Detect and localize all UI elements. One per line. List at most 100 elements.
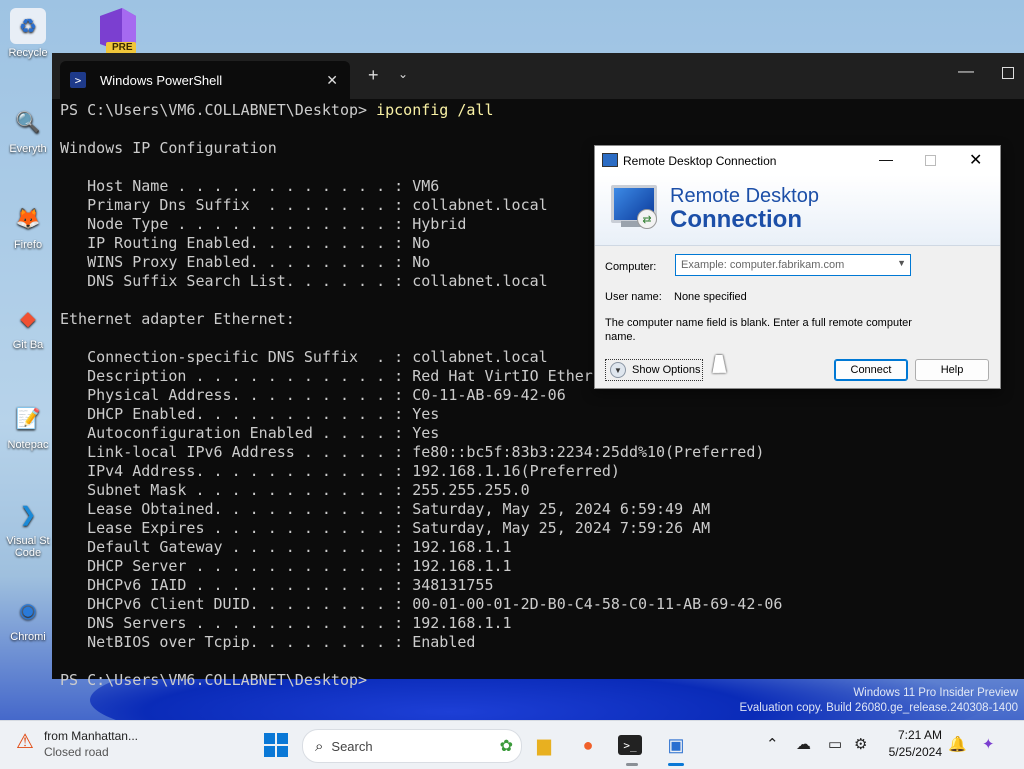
desktop-icon[interactable]: 📝 Notepac <box>2 400 54 452</box>
terminal-running-indicator <box>626 763 638 766</box>
username-label: User name: <box>605 291 662 303</box>
desktop-icon[interactable]: ◉ Chromi <box>2 592 54 644</box>
desktop-icon-label: Visual St Code <box>6 535 50 559</box>
tab-title: Windows PowerShell <box>100 72 223 88</box>
output-line: DHCP Enabled. . . . . . . . . . . : Yes <box>87 405 440 423</box>
notification-bell-icon[interactable]: 🔔 <box>948 735 967 753</box>
output-line: DHCP Server . . . . . . . . . . . : 192.… <box>87 557 512 575</box>
computer-label: Computer: <box>605 261 657 273</box>
output-line: Ethernet adapter Ethernet: <box>60 310 295 328</box>
rdc-window-icon <box>602 153 618 167</box>
rdc-active-indicator <box>668 763 684 766</box>
output-line: NetBIOS over Tcpip. . . . . . . . : Enab… <box>87 633 476 651</box>
banner-line-1: Remote Desktop <box>670 185 819 207</box>
rdc-close-button[interactable]: ✕ <box>969 150 982 170</box>
help-button[interactable]: Help <box>915 359 989 381</box>
desktop-icon[interactable]: ◆ Git Ba <box>2 300 54 352</box>
expand-options-icon: ▼ <box>610 362 626 378</box>
maximize-button[interactable] <box>1002 67 1014 79</box>
output-line: DHCPv6 IAID . . . . . . . . . . . : 3481… <box>87 576 494 594</box>
powershell-icon: > <box>70 72 86 88</box>
taskbar: ⚠ from Manhattan... Closed road ⌕ Search… <box>0 720 1024 769</box>
minimize-button[interactable]: — <box>958 63 974 81</box>
computer-input[interactable]: Example: computer.fabrikam.com ▼ <box>675 254 911 276</box>
connection-arrows-icon: ⇄ <box>637 209 657 229</box>
terminal-icon[interactable]: >_ <box>618 735 642 755</box>
search-label: Search <box>331 738 373 754</box>
desktop-app-icon: ◉ <box>19 599 37 622</box>
desktop-app-icon: 📝 <box>15 407 41 430</box>
final-prompt: PS C:\Users\VM6.COLLABNET\Desktop> <box>60 671 368 689</box>
desktop-icon[interactable]: ♻ Recycle <box>2 8 54 59</box>
desktop-icon-label: Recycle <box>8 47 48 59</box>
chevron-down-icon[interactable]: ▼ <box>897 258 906 268</box>
search-icon: ⌕ <box>315 737 324 755</box>
desktop-app-icon: 🦊 <box>15 207 41 230</box>
volume-icon[interactable]: ⚙ <box>854 735 867 753</box>
clock[interactable]: 7:21 AM 5/25/2024 <box>876 727 942 761</box>
output-line: IP Routing Enabled. . . . . . . . : No <box>87 234 431 252</box>
output-line: Link-local IPv6 Address . . . . . : fe80… <box>87 443 765 461</box>
rdc-titlebar[interactable]: Remote Desktop Connection — ✕ <box>595 146 1000 175</box>
network-icon[interactable]: ▭ <box>828 735 842 753</box>
close-tab-icon[interactable]: ✕ <box>326 72 338 89</box>
output-line: Physical Address. . . . . . . . . : C0-1… <box>87 386 566 404</box>
output-line: DNS Suffix Search List. . . . . . : coll… <box>87 272 548 290</box>
output-line: WINS Proxy Enabled. . . . . . . . : No <box>87 253 431 271</box>
show-options-button[interactable]: ▼ Show Options <box>605 359 703 381</box>
file-explorer-icon[interactable]: ▆ <box>530 731 558 759</box>
desktop-icon-label: Git Ba <box>12 339 44 351</box>
username-value: None specified <box>674 291 747 303</box>
rdc-maximize-button[interactable] <box>925 155 936 166</box>
desktop-app-icon: 🔍 <box>15 111 41 134</box>
output-line: DNS Servers . . . . . . . . . . . : 192.… <box>87 614 512 632</box>
command: ipconfig /all <box>376 101 494 119</box>
desktop-icon[interactable]: 🦊 Firefo <box>2 200 54 252</box>
pre-badge: PRE <box>112 42 133 53</box>
weather-line-1: from Manhattan... <box>43 729 138 743</box>
desktop-app-icon: ◆ <box>20 307 36 330</box>
desktop-icon[interactable]: 🔍 Everyth <box>2 104 54 156</box>
firefox-icon[interactable]: ● <box>574 731 602 759</box>
chevron-up-icon[interactable]: ⌃ <box>766 735 779 753</box>
tab-dropdown-button[interactable]: ⌄ <box>398 67 408 81</box>
output-line: Primary Dns Suffix . . . . . . . : colla… <box>87 196 548 214</box>
cloud-offline-icon[interactable]: ☁ <box>796 735 811 753</box>
watermark-line-2: Evaluation copy. Build 26080.ge_release.… <box>739 702 1018 714</box>
search-box[interactable]: ⌕ Search ✿ <box>302 729 522 763</box>
desktop-app-icon: ❯ <box>19 503 37 526</box>
copilot-icon[interactable]: ✦ <box>982 735 995 753</box>
output-line: Lease Obtained. . . . . . . . . . : Satu… <box>87 500 711 518</box>
weather-widget[interactable]: ⚠ from Manhattan... Closed road <box>16 729 138 759</box>
traffic-alert-icon: ⚠ <box>16 731 34 753</box>
visual-studio-preview-icon[interactable]: PRE <box>92 6 142 54</box>
remote-desktop-taskbar-icon[interactable]: ▣ <box>662 731 690 759</box>
show-options-label: Show Options <box>632 364 701 376</box>
info-text: The computer name field is blank. Enter … <box>605 317 912 343</box>
connect-button[interactable]: Connect <box>834 359 908 381</box>
tab-windows-powershell[interactable]: > Windows PowerShell ✕ <box>60 61 350 99</box>
output-line: Subnet Mask . . . . . . . . . . . : 255.… <box>87 481 530 499</box>
weather-line-2: Closed road <box>43 745 109 759</box>
output-line: Windows IP Configuration <box>60 139 277 157</box>
output-line: Node Type . . . . . . . . . . . . : Hybr… <box>87 215 467 233</box>
output-line: Default Gateway . . . . . . . . . : 192.… <box>87 538 512 556</box>
desktop-icon-label: Everyth <box>9 143 47 155</box>
output-line: Connection-specific DNS Suffix . : colla… <box>87 348 548 366</box>
terminal-titlebar[interactable]: > Windows PowerShell ✕ + ⌄ — <box>52 53 1024 99</box>
computer-placeholder: Example: computer.fabrikam.com <box>681 259 845 271</box>
banner-line-2: Connection <box>670 206 802 233</box>
clock-date: 5/25/2024 <box>888 745 942 759</box>
rdc-banner: ⇄ Remote Desktop Connection <box>595 175 1000 246</box>
desktop-icon[interactable]: ❯ Visual St Code <box>2 496 54 560</box>
desktop-icon-label: Chromi <box>10 631 46 643</box>
rdc-window-title: Remote Desktop Connection <box>623 154 777 168</box>
rdc-minimize-button[interactable]: — <box>879 151 893 167</box>
output-line: IPv4 Address. . . . . . . . . . . : 192.… <box>87 462 620 480</box>
start-button[interactable] <box>264 733 288 757</box>
clock-time: 7:21 AM <box>897 728 942 742</box>
output-line: Host Name . . . . . . . . . . . . : VM6 <box>87 177 440 195</box>
new-tab-button[interactable]: + <box>368 65 379 86</box>
remote-desktop-dialog[interactable]: Remote Desktop Connection — ✕ ⇄ Remote D… <box>594 145 1001 389</box>
prompt: PS C:\Users\VM6.COLLABNET\Desktop> <box>60 101 377 119</box>
